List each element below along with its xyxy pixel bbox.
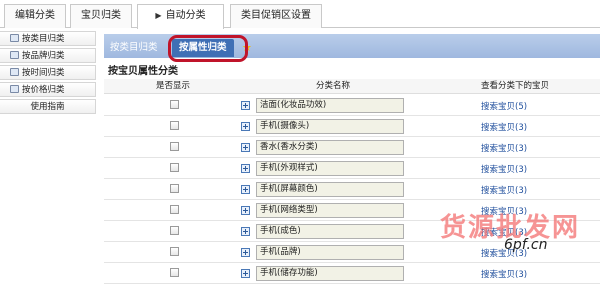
- sidebar-item-label: 使用指南: [30, 102, 65, 112]
- tab-label: 自动分类: [165, 10, 206, 21]
- sidebar-item-by-time[interactable]: 按时间归类: [0, 65, 96, 80]
- expand-plus-icon[interactable]: [241, 164, 250, 173]
- tab-edit-category[interactable]: 编辑分类: [4, 4, 66, 28]
- expand-plus-icon[interactable]: [241, 101, 250, 110]
- brand-icon: [10, 51, 19, 59]
- sidebar-item-by-brand[interactable]: 按品牌归类: [0, 48, 96, 63]
- category-name-field[interactable]: 手机(储存功能): [256, 266, 404, 281]
- sidebar-item-by-price[interactable]: 按价格归类: [0, 82, 96, 97]
- show-checkbox[interactable]: [170, 268, 179, 277]
- table-row: 香水(香水分类) 搜索宝贝(3): [104, 137, 600, 158]
- column-header-show: 是否显示: [156, 81, 191, 91]
- watermark-url: 6pf.cn: [504, 237, 548, 253]
- highlight-circle: [168, 35, 248, 62]
- sidebar-item-label: 按类目归类: [22, 34, 65, 44]
- show-checkbox[interactable]: [170, 100, 179, 109]
- expand-plus-icon[interactable]: [241, 185, 250, 194]
- table-row: 洁面(化妆品功效) 搜索宝贝(5): [104, 95, 600, 116]
- search-items-link[interactable]: 搜索宝贝(5): [481, 100, 527, 112]
- price-icon: [10, 85, 19, 93]
- table-row: 手机(摄像头) 搜索宝贝(3): [104, 116, 600, 137]
- expand-plus-icon[interactable]: [241, 227, 250, 236]
- category-name-field[interactable]: 手机(成色): [256, 224, 404, 239]
- search-items-link[interactable]: 搜索宝贝(3): [481, 142, 527, 154]
- subtab-by-category[interactable]: 按类目归类: [110, 39, 158, 57]
- expand-plus-icon[interactable]: [241, 206, 250, 215]
- sidebar-item-label: 按品牌归类: [22, 51, 65, 61]
- sidebar-item-label: 按价格归类: [22, 85, 65, 95]
- section-title: 按宝贝属性分类: [108, 66, 178, 77]
- table-row: 手机(储存功能) 搜索宝贝(3): [104, 263, 600, 284]
- show-checkbox[interactable]: [170, 247, 179, 256]
- column-header-name: 分类名称: [316, 81, 351, 91]
- column-header-items: 查看分类下的宝贝: [481, 81, 550, 91]
- show-checkbox[interactable]: [170, 226, 179, 235]
- category-name-field[interactable]: 手机(屏幕颜色): [256, 182, 404, 197]
- table-row: 手机(屏幕颜色) 搜索宝贝(3): [104, 179, 600, 200]
- tab-promo-settings[interactable]: 类目促销区设置: [230, 4, 322, 28]
- category-name-field[interactable]: 手机(品牌): [256, 245, 404, 260]
- sidebar-item-by-category[interactable]: 按类目归类: [0, 31, 96, 46]
- show-checkbox[interactable]: [170, 184, 179, 193]
- show-checkbox[interactable]: [170, 205, 179, 214]
- table-row: 手机(外观样式) 搜索宝贝(3): [104, 158, 600, 179]
- category-name-field[interactable]: 香水(香水分类): [256, 140, 404, 155]
- sidebar: 按类目归类 按品牌归类 按时间归类 按价格归类 使用指南: [0, 31, 96, 116]
- top-tab-bar: 编辑分类 宝贝归类 ▶ 自动分类 类目促销区设置: [0, 0, 600, 29]
- tab-label: 编辑分类: [15, 10, 55, 21]
- show-checkbox[interactable]: [170, 142, 179, 151]
- category-name-field[interactable]: 洁面(化妆品功效): [256, 98, 404, 113]
- tab-item-classify[interactable]: 宝贝归类: [70, 4, 132, 28]
- expand-plus-icon[interactable]: [241, 122, 250, 131]
- search-items-link[interactable]: 搜索宝贝(3): [481, 184, 527, 196]
- tab-label: 类目促销区设置: [241, 10, 311, 21]
- category-name-field[interactable]: 手机(外观样式): [256, 161, 404, 176]
- table-header: 是否显示 分类名称 查看分类下的宝贝: [104, 79, 600, 94]
- category-icon: [10, 34, 19, 42]
- expand-plus-icon[interactable]: [241, 248, 250, 257]
- expand-plus-icon[interactable]: [241, 143, 250, 152]
- show-checkbox[interactable]: [170, 163, 179, 172]
- tab-label: 宝贝归类: [81, 10, 121, 21]
- expand-plus-icon[interactable]: [241, 269, 250, 278]
- search-items-link[interactable]: 搜索宝贝(3): [481, 163, 527, 175]
- sidebar-item-label: 按时间归类: [22, 68, 65, 78]
- category-name-field[interactable]: 手机(网络类型): [256, 203, 404, 218]
- arrow-right-icon: ▶: [155, 11, 162, 20]
- clock-icon: [10, 68, 19, 76]
- show-checkbox[interactable]: [170, 121, 179, 130]
- category-name-field[interactable]: 手机(摄像头): [256, 119, 404, 134]
- tab-auto-classify[interactable]: ▶ 自动分类: [137, 4, 224, 29]
- sidebar-item-guide[interactable]: 使用指南: [0, 99, 96, 114]
- search-items-link[interactable]: 搜索宝贝(3): [481, 268, 527, 280]
- search-items-link[interactable]: 搜索宝贝(3): [481, 121, 527, 133]
